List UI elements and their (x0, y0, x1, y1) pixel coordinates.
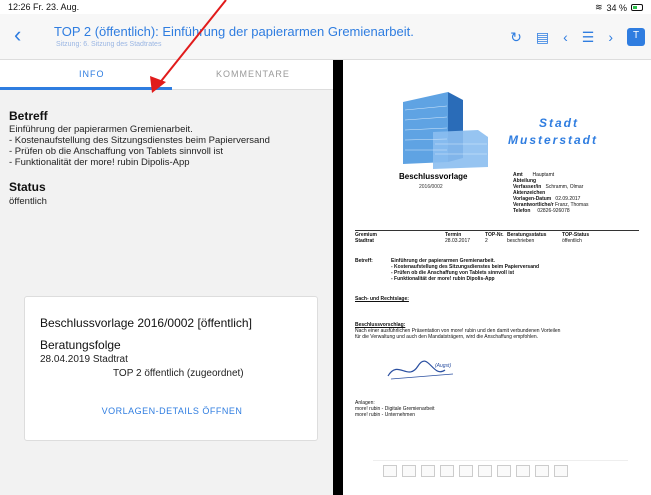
signature-name: (Augst) (435, 363, 452, 369)
active-tab-indicator (0, 87, 172, 90)
document-preview[interactable]: Stadt Musterstadt Beschlussvorlage 2016/… (343, 60, 651, 495)
betreff-line: - Kostenaufstellung des Sitzungsdienstes… (9, 135, 270, 146)
page-thumbnail[interactable] (402, 465, 416, 477)
page-thumbnail[interactable] (497, 465, 511, 477)
page-thumbnail[interactable] (421, 465, 435, 477)
page-thumbnail[interactable] (459, 465, 473, 477)
status-time: 12:26 Fr. 23. Aug. (8, 2, 80, 12)
navigation-bar: ‹ TOP 2 (öffentlich): Einführung der pap… (0, 14, 651, 60)
status-value: öffentlich (9, 196, 47, 207)
status-right: ≋ 34 % (595, 2, 643, 13)
doc-beschluss-text: Nach einer ausführlichen Präsentation vo… (355, 328, 561, 340)
vorlagen-details-button[interactable]: VORLAGEN-DETAILS ÖFFNEN (25, 406, 319, 416)
page-thumbnail[interactable] (535, 465, 549, 477)
app-window: 12:26 Fr. 23. Aug. ≋ 34 % ‹ TOP 2 (öffen… (0, 0, 651, 495)
signature-image (387, 360, 454, 380)
doc-number: 2016/0002 (419, 184, 443, 190)
tab-kommentare[interactable]: KOMMENTARE (216, 69, 290, 79)
t-button[interactable]: T (627, 28, 645, 46)
doc-meta-table: Amt Hauptamt Abteilung Verfasser/in Schr… (513, 172, 589, 214)
back-chevron-icon[interactable]: ‹ (14, 24, 36, 46)
info-panel: INFO KOMMENTARE Betreff Einführung der p… (0, 60, 333, 495)
doc-betreff-text: Einführung der papierarmen Gremienarbeit… (391, 258, 540, 282)
doc-betreff-label: Betreff: (355, 258, 373, 264)
previous-icon[interactable]: ‹ (563, 29, 568, 45)
status-bar: 12:26 Fr. 23. Aug. ≋ 34 % (0, 0, 651, 14)
doc-sach-label: Sach- und Rechtslage: (355, 296, 409, 302)
betreff-line: - Funktionalität der more! rubin Dipolis… (9, 157, 190, 168)
doc-type: Beschlussvorlage (399, 172, 468, 181)
page-thumbnail[interactable] (516, 465, 530, 477)
list-icon[interactable]: ☰ (582, 29, 595, 45)
battery-percent: 34 % (606, 2, 627, 13)
info-content: Betreff Einführung der papierarmen Gremi… (0, 91, 333, 207)
nav-toolbar: ↻ ▤ ‹ ☰ › T (510, 28, 645, 46)
page-thumbnail[interactable] (478, 465, 492, 477)
beratung-row-date: 28.04.2019 Stadtrat (40, 354, 128, 365)
nav-title: TOP 2 (öffentlich): Einführung der papie… (54, 24, 414, 39)
next-icon[interactable]: › (608, 29, 613, 45)
building-logo-icon (403, 92, 488, 169)
beratungsfolge-heading: Beratungsfolge (40, 338, 121, 352)
refresh-icon[interactable]: ↻ (510, 29, 522, 45)
vorlage-card: Beschlussvorlage 2016/0002 [öffentlich] … (24, 296, 318, 441)
split-divider[interactable] (333, 60, 343, 495)
page-thumbnails (373, 460, 628, 480)
doc-gremium-table: Gremium Termin TOP-Nr. Beratungsstatus T… (355, 230, 639, 244)
betreff-line: Einführung der papierarmen Gremienarbeit… (9, 124, 193, 135)
wifi-icon: ≋ (594, 2, 603, 12)
battery-icon (631, 4, 643, 11)
doc-musterstadt-heading: Musterstadt (508, 133, 599, 147)
card-title: Beschlussvorlage 2016/0002 [öffentlich] (40, 316, 252, 330)
page-thumbnail[interactable] (440, 465, 454, 477)
page-thumbnail[interactable] (383, 465, 397, 477)
doc-stadt-heading: Stadt (539, 116, 579, 130)
betreff-heading: Betreff (9, 109, 48, 123)
nav-subtitle: Sitzung: 6. Sitzung des Stadtrates (56, 41, 162, 48)
betreff-line: - Prüfen ob die Anschaffung von Tablets … (9, 146, 224, 157)
tab-info[interactable]: INFO (79, 69, 105, 79)
beratung-row-top: TOP 2 öffentlich (zugeordnet) (113, 368, 244, 379)
doc-anlagen: Anlagen: more! rubin - Digitale Gremiena… (355, 400, 435, 418)
comment-icon[interactable]: ▤ (536, 29, 549, 45)
tab-bar: INFO KOMMENTARE (0, 60, 333, 90)
status-heading: Status (9, 180, 46, 194)
page-thumbnail[interactable] (554, 465, 568, 477)
